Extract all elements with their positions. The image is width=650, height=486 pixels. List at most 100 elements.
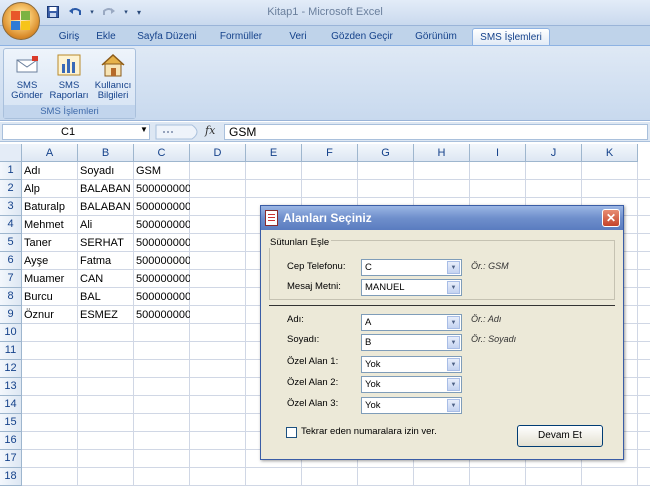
office-button[interactable] [2,2,40,40]
cell-a6[interactable]: Ayşe [22,252,78,270]
cell-c9[interactable]: 5000000007 [134,306,190,324]
cell-c5[interactable]: 5000000003 [134,234,190,252]
adi-value: A [365,317,372,328]
column-header-a[interactable]: A [22,144,78,162]
ozel-alan-1-select[interactable]: Yok ▼ [361,356,462,373]
row-header-15[interactable]: 15 [0,414,22,432]
row-header-7[interactable]: 7 [0,270,22,288]
ozel-alan-3-select[interactable]: Yok ▼ [361,397,462,414]
cell-b9[interactable]: ESMEZ [78,306,134,324]
row-header-8[interactable]: 8 [0,288,22,306]
column-header-b[interactable]: B [78,144,134,162]
name-box-dropdown-icon[interactable]: ▼ [140,125,148,134]
column-header-d[interactable]: D [190,144,246,162]
tab-veri[interactable]: Veri [284,28,312,46]
cell-b8[interactable]: BAL [78,288,134,306]
soyadi-select[interactable]: B ▼ [361,334,462,351]
cell-a7[interactable]: Muamer [22,270,78,288]
row-header-14[interactable]: 14 [0,396,22,414]
cell-c4[interactable]: 5000000002 [134,216,190,234]
cell-b4[interactable]: Ali [78,216,134,234]
row-header-3[interactable]: 3 [0,198,22,216]
column-header-i[interactable]: I [470,144,526,162]
chevron-down-icon: ▼ [447,336,460,349]
column-header-e[interactable]: E [246,144,302,162]
cell-c1[interactable]: GSM [134,162,190,180]
mesaj-metni-select[interactable]: MANUEL ▼ [361,279,462,296]
row-header-1[interactable]: 1 [0,162,22,180]
cell-b5[interactable]: SERHAT [78,234,134,252]
allow-duplicates-checkbox[interactable] [286,427,297,438]
name-box[interactable]: C1 [2,124,150,140]
formula-input[interactable]: GSM [224,124,648,140]
row-header-16[interactable]: 16 [0,432,22,450]
kullanici-bilgileri-button[interactable]: Kullanıcı Bilgileri [92,52,134,101]
alanlari-seciniz-dialog: Alanları Seçiniz ✕ Sütunları Eşle Cep Te… [260,205,624,460]
column-header-f[interactable]: F [302,144,358,162]
cell-b7[interactable]: CAN [78,270,134,288]
cell-c7[interactable]: 5000000005 [134,270,190,288]
insert-function-icon[interactable]: fx [205,124,215,137]
ozel-alan-1-label: Özel Alan 1: [287,356,339,367]
dialog-title: Alanları Seçiniz [283,211,372,225]
ribbon-tabs: Giriş Ekle Sayfa Düzeni Formüller Veri G… [0,26,650,46]
devam-et-button[interactable]: Devam Et [517,425,603,447]
dialog-close-button[interactable]: ✕ [602,209,620,227]
cell-a1[interactable]: Adı [22,162,78,180]
row-header-6[interactable]: 6 [0,252,22,270]
row-header-4[interactable]: 4 [0,216,22,234]
cell-a8[interactable]: Burcu [22,288,78,306]
cell-a3[interactable]: Baturalp [22,198,78,216]
cell-c6[interactable]: 5000000004 [134,252,190,270]
cell-a4[interactable]: Mehmet [22,216,78,234]
tab-ekle[interactable]: Ekle [90,28,122,46]
sms-raporlari-button[interactable]: SMS Raporları [48,52,90,101]
soyadi-value: B [365,337,372,348]
row-header-11[interactable]: 11 [0,342,22,360]
row-header-17[interactable]: 17 [0,450,22,468]
column-mapping-title: Sütunları Eşle [268,237,332,248]
select-all-corner[interactable] [0,144,22,162]
cell-b6[interactable]: Fatma [78,252,134,270]
row-header-12[interactable]: 12 [0,360,22,378]
cell-a5[interactable]: Taner [22,234,78,252]
allow-duplicates-label[interactable]: Tekrar eden numaralara izin ver. [301,426,437,437]
cell-c2[interactable]: 5000000000 [134,180,190,198]
tab-gozden-gecir[interactable]: Gözden Geçir [326,28,398,46]
row-header-9[interactable]: 9 [0,306,22,324]
cep-telefonu-hint: Ör.: GSM [471,261,509,271]
row-header-10[interactable]: 10 [0,324,22,342]
cell-b2[interactable]: BALABAN [78,180,134,198]
tab-sayfa-duzeni[interactable]: Sayfa Düzeni [133,28,201,46]
cell-a2[interactable]: Alp [22,180,78,198]
tab-gorunum[interactable]: Görünüm [410,28,462,46]
sms-gonder-button[interactable]: SMS Gönder [6,52,48,101]
adi-select[interactable]: A ▼ [361,314,462,331]
chevron-down-icon: ▼ [447,261,460,274]
ozel-alan-3-value: Yok [365,400,381,411]
cell-a9[interactable]: Öznur [22,306,78,324]
cell-b1[interactable]: Soyadı [78,162,134,180]
row-header-2[interactable]: 2 [0,180,22,198]
column-header-k[interactable]: K [582,144,638,162]
row-header-18[interactable]: 18 [0,468,22,486]
column-header-c[interactable]: C [134,144,190,162]
ozel-alan-1-value: Yok [365,359,381,370]
chevron-down-icon: ▼ [447,399,460,412]
sms-group: SMS Gönder SMS Raporları Kullanıcı Bilgi… [3,48,136,119]
cell-c3[interactable]: 5000000001 [134,198,190,216]
cell-b3[interactable]: BALABAN [78,198,134,216]
dialog-title-bar[interactable]: Alanları Seçiniz ✕ [261,206,623,230]
column-header-h[interactable]: H [414,144,470,162]
column-header-j[interactable]: J [526,144,582,162]
chevron-down-icon: ▼ [447,378,460,391]
row-header-5[interactable]: 5 [0,234,22,252]
column-header-g[interactable]: G [358,144,414,162]
cell-c8[interactable]: 5000000006 [134,288,190,306]
tab-giris[interactable]: Giriş [50,28,88,46]
row-header-13[interactable]: 13 [0,378,22,396]
tab-sms-islemleri[interactable]: SMS İşlemleri [472,28,550,46]
tab-formuller[interactable]: Formüller [215,28,267,46]
cep-telefonu-select[interactable]: C ▼ [361,259,462,276]
ozel-alan-2-select[interactable]: Yok ▼ [361,376,462,393]
